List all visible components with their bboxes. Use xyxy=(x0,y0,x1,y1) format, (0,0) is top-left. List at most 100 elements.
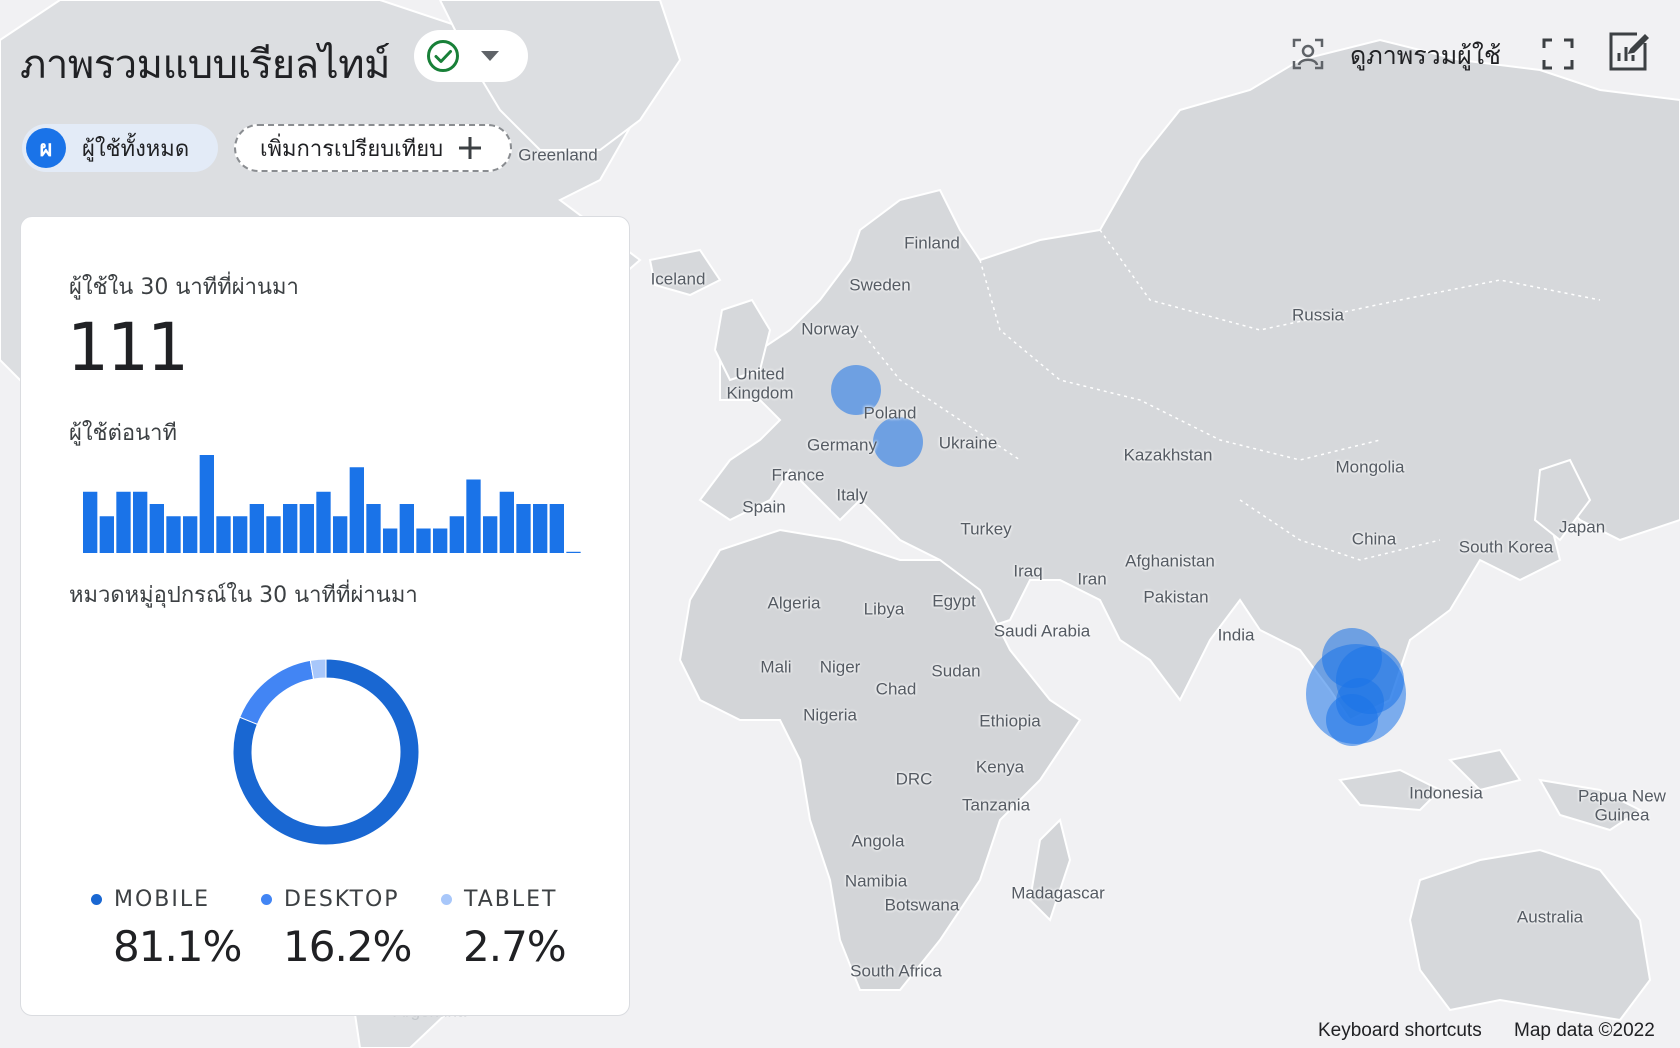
map-label-libya: Libya xyxy=(863,599,905,619)
fullscreen-icon[interactable] xyxy=(1540,36,1576,72)
bar-minute-27[interactable] xyxy=(516,504,531,553)
map-label-saudi-arabia: Saudi Arabia xyxy=(993,621,1091,641)
legend-mobile: MOBILE 81.1% xyxy=(91,887,242,971)
bar-minute-5[interactable] xyxy=(149,504,164,553)
bar-minute-24[interactable] xyxy=(466,479,481,554)
map-label-kenya: Kenya xyxy=(975,757,1025,777)
legend-dot xyxy=(261,894,272,905)
legend-tablet-value: 2.7% xyxy=(463,922,567,971)
bar-minute-9[interactable] xyxy=(216,516,231,553)
legend-tablet: TABLET 2.7% xyxy=(441,887,567,971)
bar-minute-23[interactable] xyxy=(449,516,464,553)
bar-minute-14[interactable] xyxy=(299,504,314,553)
check-circle-icon xyxy=(427,40,459,72)
map-label-madagascar: Madagascar xyxy=(1011,883,1105,903)
bar-minute-11[interactable] xyxy=(249,504,264,553)
bar-minute-12[interactable] xyxy=(266,516,281,553)
map-label-botswana: Botswana xyxy=(884,895,960,915)
map-label-germany: Germany xyxy=(807,435,877,455)
map-label-south-korea: South Korea xyxy=(1458,537,1554,557)
map-data-attribution: Map data ©2022 xyxy=(1514,1020,1655,1041)
map-label-iceland: Iceland xyxy=(650,269,706,289)
map-label-mongolia: Mongolia xyxy=(1335,457,1405,477)
bar-minute-3[interactable] xyxy=(116,491,131,553)
plus-icon xyxy=(459,137,482,159)
map-label-uk: United Kingdom xyxy=(726,364,794,402)
device-category-donut[interactable] xyxy=(221,647,431,857)
map-label-namibia: Namibia xyxy=(844,871,908,891)
legend-dot xyxy=(441,894,452,905)
bar-minute-1[interactable] xyxy=(83,491,98,553)
bar-minute-8[interactable] xyxy=(199,455,214,553)
map-label-algeria: Algeria xyxy=(767,593,821,613)
comparison-chip-all-users[interactable]: ผ ผู้ใช้ทั้งหมด xyxy=(22,124,218,172)
status-dropdown[interactable] xyxy=(414,30,528,82)
add-comparison-label: เพิ่มการเปรียบเทียบ xyxy=(260,136,444,162)
chip-label: ผู้ใช้ทั้งหมด xyxy=(82,136,190,162)
caret-down-icon xyxy=(481,51,499,61)
bar-minute-18[interactable] xyxy=(366,504,381,553)
keyboard-shortcuts-link[interactable]: Keyboard shortcuts xyxy=(1318,1020,1482,1042)
map-label-italy: Italy xyxy=(836,485,868,505)
legend-mobile-name: MOBILE xyxy=(114,887,211,912)
map-label-sweden: Sweden xyxy=(849,275,911,295)
donut-slice-tablet[interactable] xyxy=(309,658,327,680)
users-per-minute-label: ผู้ใช้ต่อนาที xyxy=(69,421,177,446)
map-label-poland: Poland xyxy=(863,403,917,423)
map-label-iraq: Iraq xyxy=(1013,561,1043,581)
users-per-minute-chart[interactable] xyxy=(83,455,583,553)
bar-minute-10[interactable] xyxy=(233,516,248,553)
users-count: 111 xyxy=(67,309,189,386)
bar-minute-13[interactable] xyxy=(283,504,298,553)
bar-minute-25[interactable] xyxy=(483,516,498,553)
bubble-austria xyxy=(873,417,923,467)
map-label-chad: Chad xyxy=(875,679,917,699)
bar-minute-26[interactable] xyxy=(499,491,514,553)
map-label-australia: Australia xyxy=(1516,907,1584,927)
bar-minute-16[interactable] xyxy=(333,516,348,553)
bar-minute-20[interactable] xyxy=(399,504,414,553)
avatar: ผ xyxy=(26,128,66,168)
map-label-france: France xyxy=(771,465,825,485)
add-comparison-button[interactable]: เพิ่มการเปรียบเทียบ xyxy=(234,124,512,172)
donut-slice-desktop[interactable] xyxy=(239,659,315,725)
map-label-ethiopia: Ethiopia xyxy=(979,711,1041,731)
bar-minute-7[interactable] xyxy=(183,516,198,553)
bar-minute-29[interactable] xyxy=(549,504,564,553)
map-label-sudan: Sudan xyxy=(931,661,981,681)
map-label-china: China xyxy=(1351,529,1397,549)
map-label-turkey: Turkey xyxy=(960,519,1012,539)
map-label-japan: Japan xyxy=(1558,517,1606,537)
edit-report-icon[interactable] xyxy=(1606,30,1650,74)
bar-minute-30[interactable] xyxy=(566,551,581,553)
map-label-ukraine: Ukraine xyxy=(938,433,998,453)
map-label-drc: DRC xyxy=(895,769,933,789)
map-label-norway: Norway xyxy=(801,319,859,339)
realtime-overview-page: Greenland Iceland Finland Sweden Norway Unite… xyxy=(0,0,1680,1048)
bar-minute-21[interactable] xyxy=(416,528,431,554)
map-label-mali: Mali xyxy=(760,657,792,677)
realtime-users-card: ผู้ใช้ใน 30 นาทีที่ผ่านมา 111 ผู้ใช้ต่อน… xyxy=(20,216,630,1016)
bar-minute-15[interactable] xyxy=(316,491,331,553)
bar-minute-2[interactable] xyxy=(99,516,114,553)
bar-minute-22[interactable] xyxy=(433,528,448,554)
bar-minute-4[interactable] xyxy=(133,491,148,553)
map-label-spain: Spain xyxy=(742,497,786,517)
bar-minute-6[interactable] xyxy=(166,516,181,553)
user-focus-icon[interactable] xyxy=(1290,36,1326,72)
map-label-kazakhstan: Kazakhstan xyxy=(1123,445,1213,465)
bar-minute-19[interactable] xyxy=(383,528,398,554)
bar-minute-17[interactable] xyxy=(349,467,364,553)
page-title: ภาพรวมแบบเรียลไทม์ xyxy=(20,42,391,88)
map-label-tanzania: Tanzania xyxy=(961,795,1031,815)
legend-desktop: DESKTOP 16.2% xyxy=(261,887,412,971)
map-label-angola: Angola xyxy=(851,831,905,851)
legend-desktop-value: 16.2% xyxy=(283,922,412,971)
map-label-finland: Finland xyxy=(904,233,960,253)
map-label-pakistan: Pakistan xyxy=(1143,587,1209,607)
map-label-south-africa: South Africa xyxy=(850,961,942,981)
bubble-thailand-5 xyxy=(1336,678,1384,726)
bar-minute-28[interactable] xyxy=(533,504,548,553)
map-label-indonesia: Indonesia xyxy=(1409,783,1483,803)
view-user-overview-link[interactable]: ดูภาพรวมผู้ใช้ xyxy=(1350,36,1501,76)
